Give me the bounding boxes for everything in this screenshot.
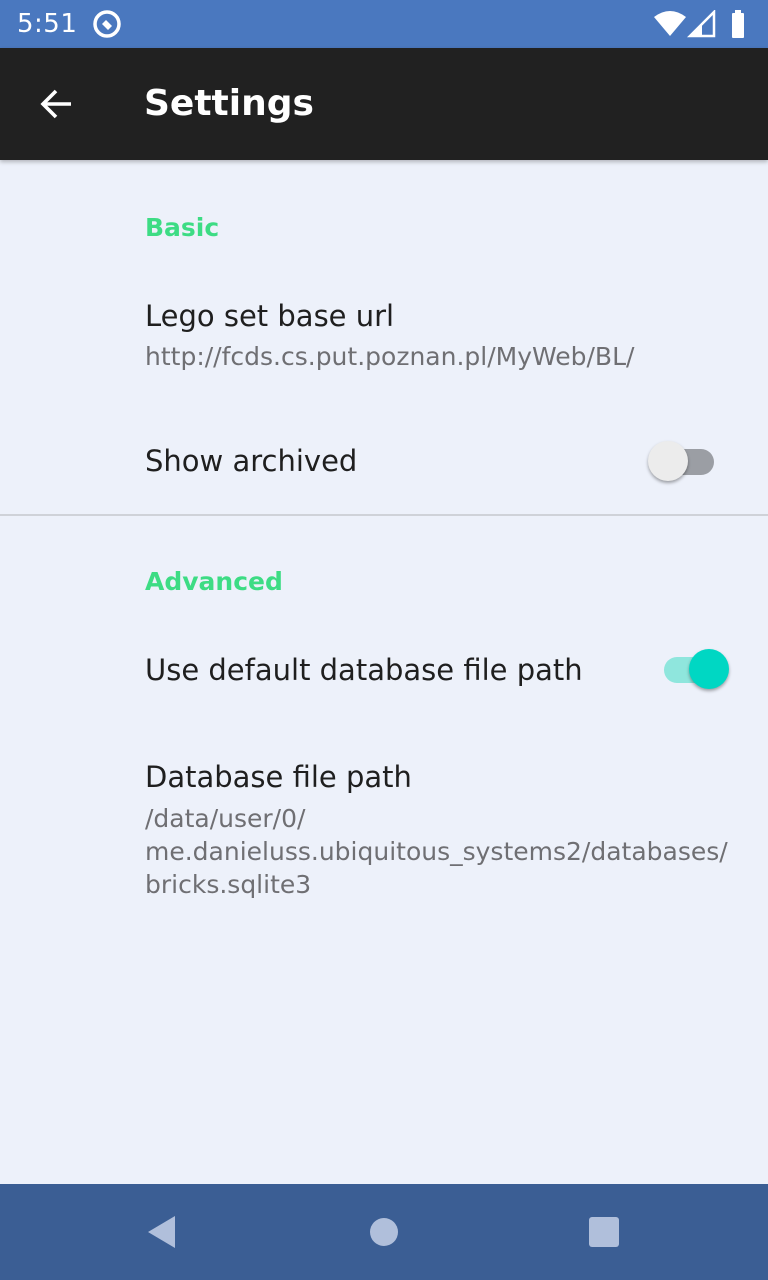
category-advanced-title: Advanced <box>145 567 283 596</box>
pref-title: Use default database file path <box>145 653 583 687</box>
cell-signal-icon <box>686 10 716 38</box>
pref-use-default-db-path[interactable]: Use default database file path <box>0 622 768 718</box>
status-time: 5:51 <box>17 9 78 39</box>
back-button[interactable] <box>24 72 88 136</box>
recents-square-icon <box>589 1217 619 1247</box>
pref-show-archived[interactable]: Show archived <box>0 414 768 510</box>
battery-icon <box>732 10 744 38</box>
status-icons <box>654 10 744 38</box>
pref-summary: http://fcds.cs.put.poznan.pl/MyWeb/BL/ <box>145 342 635 371</box>
pref-summary-line: bricks.sqlite3 <box>145 870 312 899</box>
nav-home-button[interactable] <box>356 1204 412 1260</box>
pref-title: Lego set base url <box>145 299 395 333</box>
pref-summary-line: /data/user/0/ <box>145 804 306 833</box>
page-title: Settings <box>144 83 314 124</box>
nav-back-button[interactable] <box>134 1204 190 1260</box>
show-archived-switch[interactable] <box>648 437 728 487</box>
pref-title: Show archived <box>145 444 358 478</box>
wifi-icon <box>654 11 686 36</box>
home-circle-icon <box>370 1218 398 1246</box>
pref-summary-line: me.danieluss.ubiquitous_systems2/databas… <box>145 837 728 866</box>
use-default-db-path-switch[interactable] <box>650 645 730 695</box>
pref-title: Database file path <box>145 760 412 794</box>
navigation-bar <box>0 1184 768 1280</box>
nav-recents-button[interactable] <box>576 1204 632 1260</box>
category-basic-title: Basic <box>145 213 220 242</box>
switch-thumb <box>648 441 688 481</box>
divider <box>0 514 768 516</box>
app-bar: Settings <box>0 48 768 160</box>
switch-thumb <box>689 649 729 689</box>
arrow-back-icon <box>40 89 71 119</box>
sync-icon <box>93 10 121 38</box>
pref-lego-set-base-url[interactable]: Lego set base url http://fcds.cs.put.poz… <box>0 282 768 414</box>
status-bar: 5:51 <box>0 0 768 48</box>
pref-database-file-path[interactable]: Database file path /data/user/0/ me.dani… <box>0 736 768 912</box>
back-triangle-icon <box>148 1216 175 1248</box>
